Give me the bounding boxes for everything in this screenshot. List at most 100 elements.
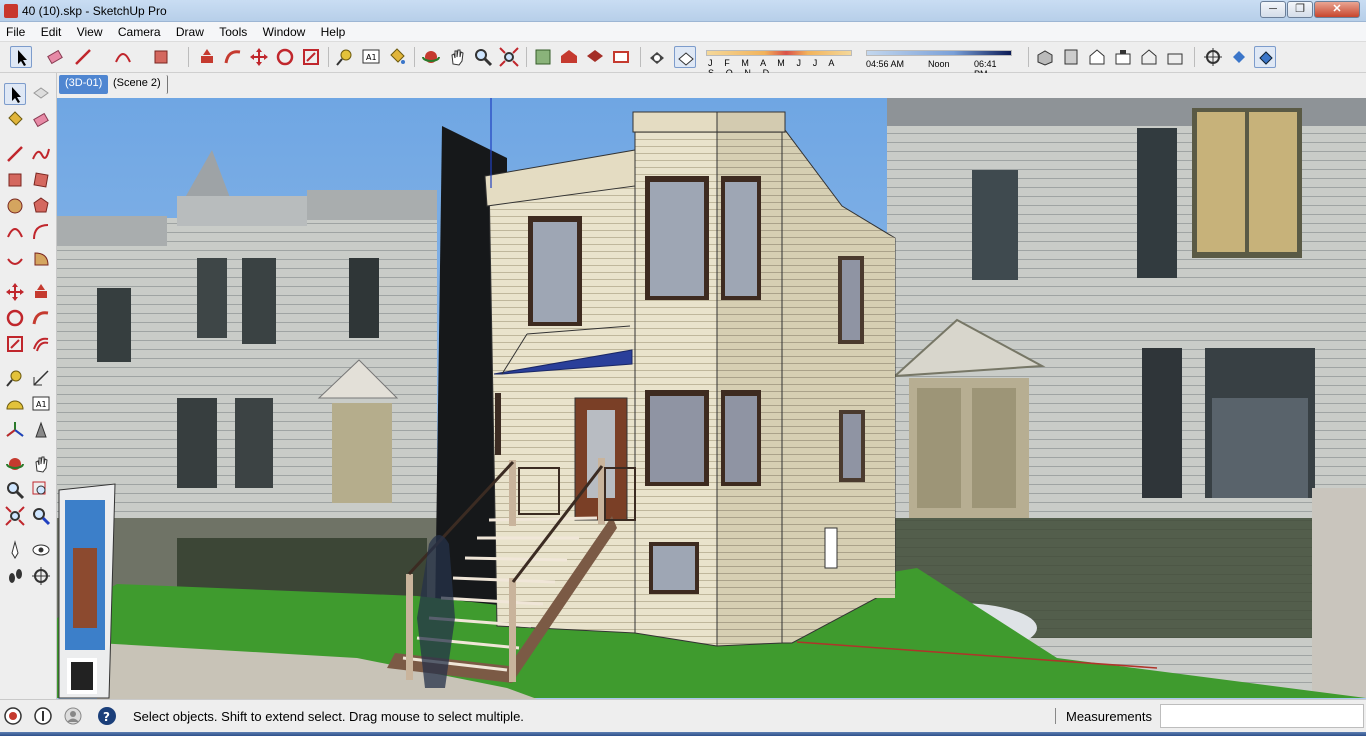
walk-icon[interactable] bbox=[4, 565, 26, 587]
orbit-icon[interactable] bbox=[4, 453, 26, 475]
orbit-tool-icon[interactable] bbox=[420, 46, 442, 68]
look-around-icon[interactable] bbox=[1228, 46, 1250, 68]
zoom-window-icon[interactable] bbox=[30, 479, 52, 501]
shape-tool-icon[interactable] bbox=[150, 46, 172, 68]
three-point-arc-icon[interactable] bbox=[4, 247, 26, 269]
xray-style-icon[interactable] bbox=[646, 46, 668, 68]
credits-icon[interactable] bbox=[33, 706, 53, 726]
follow-me-tool-icon[interactable] bbox=[222, 46, 244, 68]
dimension-icon[interactable] bbox=[30, 367, 52, 389]
shadow-month-slider[interactable]: J F M A M J J A S O N D bbox=[706, 50, 852, 78]
freehand-icon[interactable] bbox=[30, 143, 52, 165]
select-icon[interactable] bbox=[4, 83, 26, 105]
two-point-arc-icon[interactable] bbox=[30, 221, 52, 243]
pie-icon[interactable] bbox=[30, 247, 52, 269]
position-camera-icon[interactable] bbox=[1202, 46, 1224, 68]
scale-tool-icon[interactable] bbox=[300, 46, 322, 68]
menu-tools[interactable]: Tools bbox=[213, 22, 253, 39]
rotate-tool-icon[interactable] bbox=[274, 46, 296, 68]
maximize-button[interactable]: ❐ bbox=[1287, 1, 1313, 18]
axes-icon[interactable] bbox=[4, 419, 26, 441]
walk-tool-icon[interactable] bbox=[1254, 46, 1276, 68]
polygon-icon[interactable] bbox=[30, 195, 52, 217]
rectangle-icon[interactable] bbox=[4, 169, 26, 191]
shadow-time-slider[interactable]: 04:56 AM Noon 06:41 PM bbox=[866, 50, 1012, 79]
back-view-icon[interactable] bbox=[1138, 46, 1160, 68]
top-view-icon[interactable] bbox=[1060, 46, 1082, 68]
large-toolset: A1 bbox=[0, 73, 57, 699]
rotated-rectangle-icon[interactable] bbox=[30, 169, 52, 191]
minimize-button[interactable]: ─ bbox=[1260, 1, 1286, 18]
extension-icon[interactable] bbox=[584, 46, 606, 68]
position-camera-icon[interactable] bbox=[4, 539, 26, 561]
time-noon-label: Noon bbox=[928, 59, 950, 69]
scale-icon[interactable] bbox=[4, 333, 26, 355]
eraser-icon[interactable] bbox=[30, 109, 52, 131]
model-viewport[interactable] bbox=[57, 98, 1366, 699]
os-taskbar bbox=[0, 732, 1366, 736]
section-plane-icon[interactable] bbox=[30, 565, 52, 587]
rotate-icon[interactable] bbox=[4, 307, 26, 329]
zoom-extents-icon[interactable] bbox=[498, 46, 520, 68]
front-view-icon[interactable] bbox=[1086, 46, 1108, 68]
user-sign-in-icon[interactable] bbox=[63, 706, 83, 726]
previous-view-icon[interactable] bbox=[30, 505, 52, 527]
measurements-label: Measurements bbox=[1066, 709, 1152, 724]
pan-icon[interactable] bbox=[30, 453, 52, 475]
circle-icon[interactable] bbox=[4, 195, 26, 217]
time-start-label: 04:56 AM bbox=[866, 59, 905, 69]
measurements-input[interactable] bbox=[1160, 704, 1364, 728]
menu-camera[interactable]: Camera bbox=[112, 22, 167, 39]
svg-text:A1: A1 bbox=[366, 53, 377, 62]
text-tool-icon[interactable]: A1 bbox=[360, 46, 382, 68]
svg-text:?: ? bbox=[103, 710, 110, 724]
warehouse-icon[interactable] bbox=[558, 46, 580, 68]
iso-view-icon[interactable] bbox=[1034, 46, 1056, 68]
scene-tab-scene-2[interactable]: (Scene 2) bbox=[107, 75, 168, 94]
push-pull-tool-icon[interactable] bbox=[196, 46, 218, 68]
tape-measure-icon[interactable] bbox=[4, 367, 26, 389]
title-bar: 40 (10).skp - SketchUp Pro ─ ❐ ✕ bbox=[0, 0, 1366, 22]
move-tool-icon[interactable] bbox=[248, 46, 270, 68]
menu-view[interactable]: View bbox=[71, 22, 109, 39]
paint-bucket-icon[interactable] bbox=[4, 109, 26, 131]
protractor-icon[interactable] bbox=[4, 393, 26, 415]
pan-tool-icon[interactable] bbox=[446, 46, 468, 68]
zoom-tool-icon[interactable] bbox=[472, 46, 494, 68]
look-around-icon[interactable] bbox=[30, 539, 52, 561]
right-view-icon[interactable] bbox=[1112, 46, 1134, 68]
window-title: 40 (10).skp - SketchUp Pro bbox=[22, 4, 167, 18]
zoom-icon[interactable] bbox=[4, 479, 26, 501]
instructor-help-icon[interactable]: ? bbox=[97, 706, 117, 726]
select-tool-icon[interactable] bbox=[10, 46, 32, 68]
share-model-icon[interactable] bbox=[610, 46, 632, 68]
paint-bucket-icon[interactable] bbox=[386, 46, 408, 68]
zoom-extents-icon[interactable] bbox=[4, 505, 26, 527]
scene-tabs: (3D-01) (Scene 2) bbox=[57, 73, 1366, 98]
menu-file[interactable]: File bbox=[0, 22, 31, 39]
line-tool-icon[interactable] bbox=[72, 46, 94, 68]
3d-text-icon[interactable] bbox=[30, 419, 52, 441]
text-icon[interactable]: A1 bbox=[30, 393, 52, 415]
geo-location-icon[interactable] bbox=[3, 706, 23, 726]
arc-icon[interactable] bbox=[4, 221, 26, 243]
line-icon[interactable] bbox=[4, 143, 26, 165]
arc-tool-icon[interactable] bbox=[112, 46, 134, 68]
offset-icon[interactable] bbox=[30, 333, 52, 355]
menu-help[interactable]: Help bbox=[315, 22, 352, 39]
eraser-tool-icon[interactable] bbox=[44, 46, 66, 68]
menu-edit[interactable]: Edit bbox=[35, 22, 68, 39]
left-view-icon[interactable] bbox=[1164, 46, 1186, 68]
component-icon[interactable] bbox=[532, 46, 554, 68]
for-sale-sign bbox=[58, 483, 116, 699]
shaded-style-icon[interactable] bbox=[674, 46, 696, 68]
push-pull-icon[interactable] bbox=[30, 281, 52, 303]
make-component-icon[interactable] bbox=[30, 83, 52, 105]
move-icon[interactable] bbox=[4, 281, 26, 303]
scene-tab-3d-01[interactable]: (3D-01) bbox=[59, 75, 109, 94]
menu-window[interactable]: Window bbox=[257, 22, 312, 39]
menu-draw[interactable]: Draw bbox=[170, 22, 210, 39]
tape-measure-icon[interactable] bbox=[334, 46, 356, 68]
close-button[interactable]: ✕ bbox=[1314, 1, 1360, 18]
follow-me-icon[interactable] bbox=[30, 307, 52, 329]
